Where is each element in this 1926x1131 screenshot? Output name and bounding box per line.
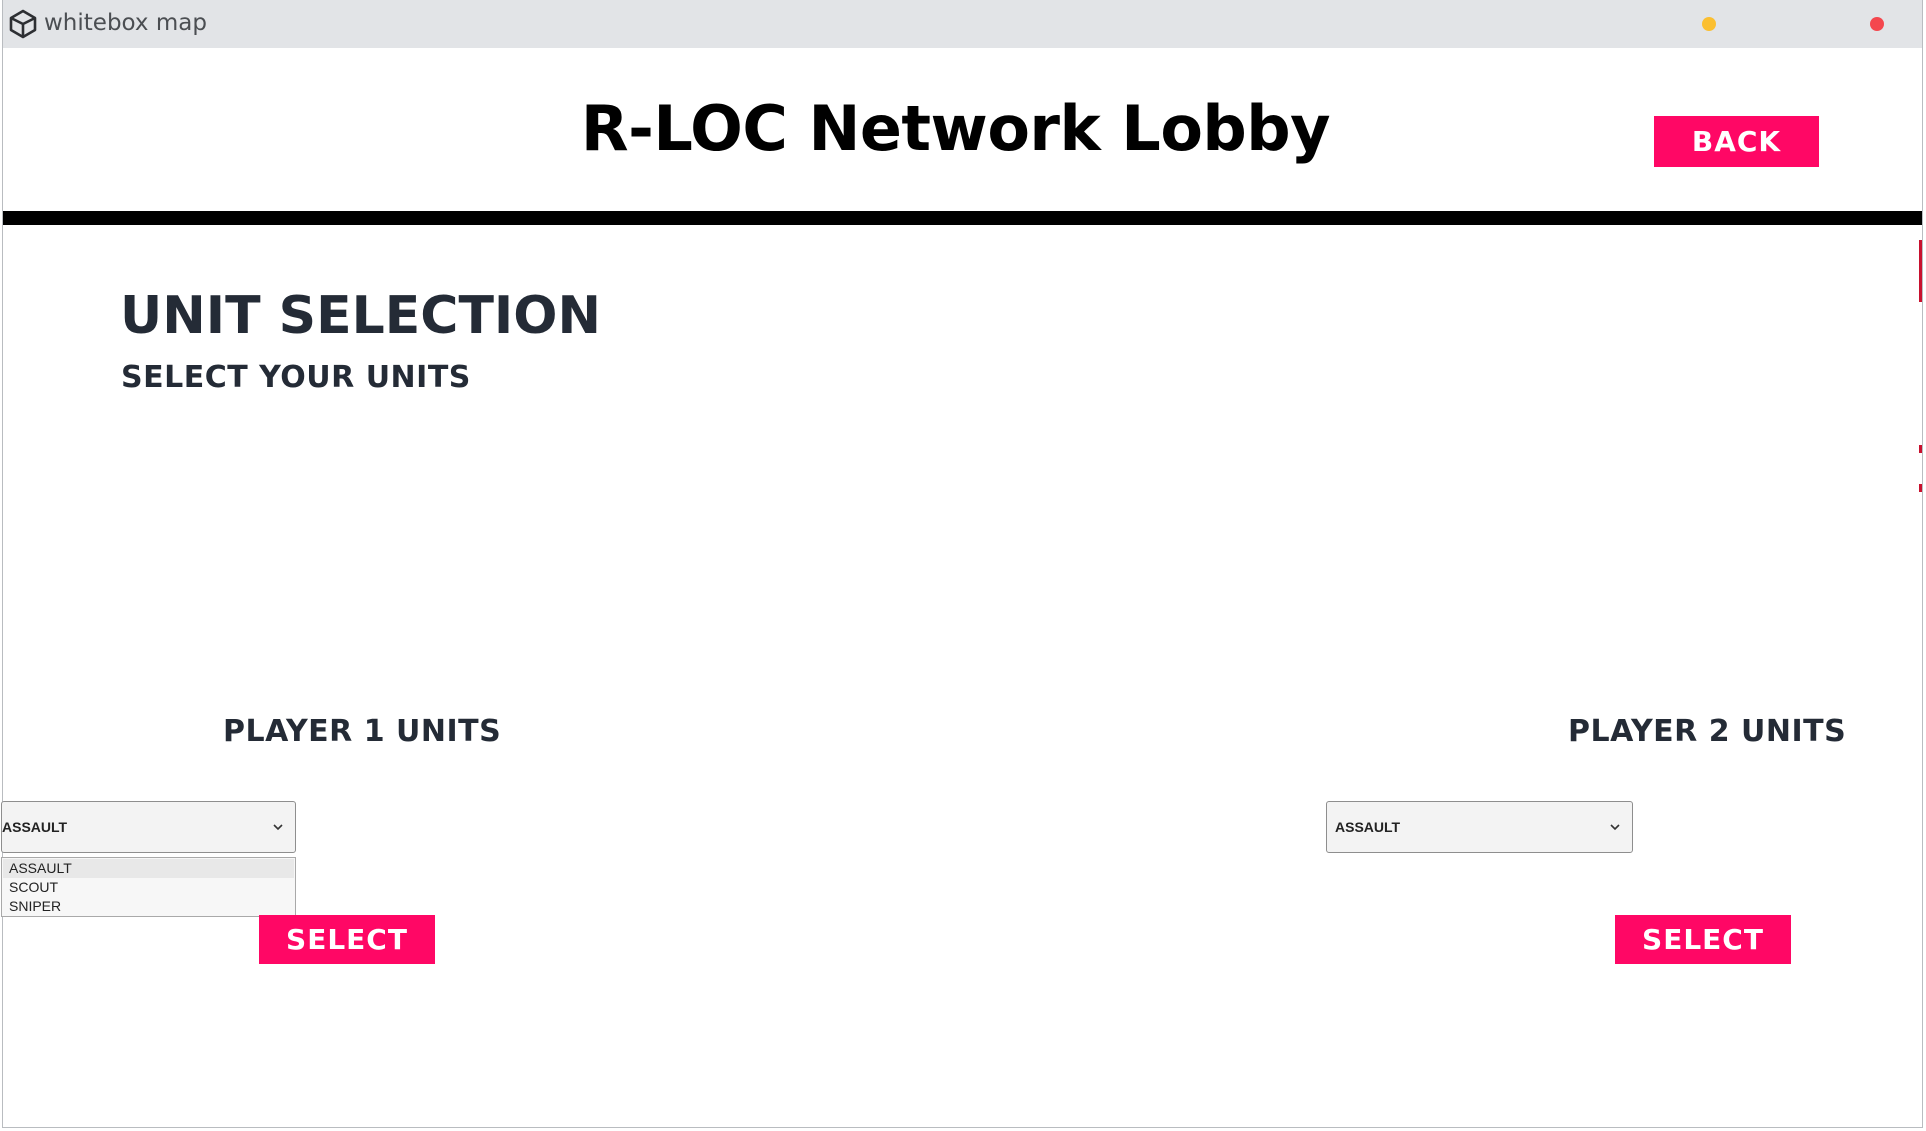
- player2-selected-unit: ASSAULT: [1335, 819, 1401, 835]
- back-button[interactable]: BACK: [1654, 116, 1819, 167]
- minimize-button[interactable]: [1702, 17, 1716, 31]
- player2-select-button[interactable]: SELECT: [1615, 915, 1791, 964]
- unit-selection-title: UNIT SELECTION: [120, 286, 601, 346]
- edge-artifact: [1919, 484, 1922, 492]
- player1-unit-dropdown[interactable]: ASSAULT: [1, 801, 296, 853]
- unit-option-sniper[interactable]: SNIPER: [3, 897, 294, 916]
- title-bar[interactable]: whitebox map: [3, 0, 1922, 48]
- close-window-button[interactable]: [1870, 17, 1884, 31]
- chevron-down-icon: [273, 824, 283, 831]
- player1-selected-unit: ASSAULT: [2, 819, 68, 835]
- player2-unit-dropdown[interactable]: ASSAULT: [1326, 801, 1633, 853]
- player1-select-button[interactable]: SELECT: [259, 915, 435, 964]
- unit-option-assault[interactable]: ASSAULT: [3, 859, 294, 878]
- app-window: whitebox map R-LOC Network Lobby BACK UN…: [1, 0, 1923, 1128]
- player1-units-heading: PLAYER 1 UNITS: [223, 714, 502, 749]
- window-title: whitebox map: [44, 10, 207, 36]
- edge-artifact: [1919, 240, 1922, 302]
- unit-option-scout[interactable]: SCOUT: [3, 878, 294, 897]
- player1-unit-options: ASSAULT SCOUT SNIPER: [1, 857, 296, 917]
- header-divider: [3, 211, 1922, 225]
- edge-artifact: [1919, 445, 1922, 453]
- unit-selection-subtitle: SELECT YOUR UNITS: [121, 360, 471, 395]
- unity-logo-icon: [9, 9, 37, 39]
- player2-units-heading: PLAYER 2 UNITS: [1568, 714, 1847, 749]
- page-title: R-LOC Network Lobby: [580, 92, 1331, 165]
- chevron-down-icon: [1610, 824, 1620, 831]
